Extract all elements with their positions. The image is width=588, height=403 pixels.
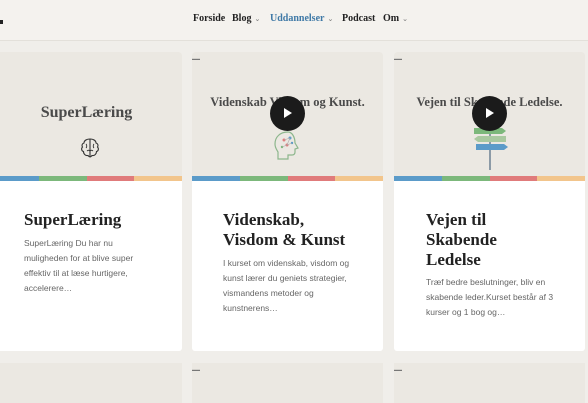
chevron-down-icon: ⌄ bbox=[254, 15, 261, 23]
color-stripe bbox=[394, 176, 585, 181]
nav-label: Om bbox=[383, 13, 400, 24]
chevron-down-icon: ⌄ bbox=[327, 15, 334, 23]
nav-item-blog[interactable]: Blog ⌄ bbox=[232, 13, 260, 24]
chevron-down-icon: ⌄ bbox=[402, 15, 408, 23]
course-card-skabende-ledelse[interactable]: ▬▬ Vejen til Skabende Ledelse. Vejen til… bbox=[394, 52, 585, 351]
card-title[interactable]: SuperLæring bbox=[24, 210, 164, 230]
nav-label: Podcast bbox=[342, 13, 376, 24]
head-network-icon bbox=[274, 131, 299, 160]
color-stripe bbox=[192, 176, 383, 181]
color-stripe bbox=[0, 176, 182, 181]
signpost-icon bbox=[474, 128, 508, 170]
nav-label: Forside bbox=[193, 13, 226, 24]
course-card-next-row[interactable] bbox=[0, 363, 182, 403]
play-video-button[interactable] bbox=[270, 96, 305, 131]
course-card-superlaering[interactable]: SuperLæring SuperLæring SuperLæring Du h… bbox=[0, 52, 182, 351]
play-video-button[interactable] bbox=[472, 96, 507, 131]
card-excerpt: SuperLæring Du har nu muligheden for at … bbox=[24, 238, 134, 293]
card-excerpt: I kurset om videnskab, visdom og kunst l… bbox=[223, 258, 350, 313]
thumbnail-title: SuperLæring bbox=[40, 104, 133, 121]
course-thumbnail[interactable]: ▬▬ Videnskab Visdom og Kunst. bbox=[192, 52, 383, 176]
course-thumbnail[interactable]: SuperLæring bbox=[0, 52, 182, 176]
thumbnail-label: ▬▬ bbox=[394, 367, 402, 372]
logo-fragment bbox=[0, 20, 3, 24]
nav-item-podcast[interactable]: Podcast bbox=[342, 13, 375, 24]
course-card-next-row[interactable]: ▬▬ bbox=[394, 363, 585, 403]
nav-label: Uddannelser bbox=[270, 13, 325, 24]
course-card-videnskab[interactable]: ▬▬ Videnskab Visdom og Kunst. Videnskab,… bbox=[192, 52, 383, 351]
thumbnail-label: ▬▬ bbox=[192, 56, 200, 61]
course-thumbnail[interactable]: ▬▬ Vejen til Skabende Ledelse. bbox=[394, 52, 585, 176]
card-title[interactable]: Vejen til Skabende Ledelse bbox=[426, 210, 546, 270]
top-navigation-bar: Forside Blog ⌄ Uddannelser ⌄ Podcast Om ⌄ bbox=[0, 0, 588, 41]
course-card-next-row[interactable]: ▬▬ bbox=[192, 363, 383, 403]
card-excerpt: Træf bedre beslutninger, bliv en skabend… bbox=[426, 277, 554, 317]
nav-item-forside[interactable]: Forside bbox=[193, 13, 225, 24]
brain-icon bbox=[81, 138, 99, 158]
nav-item-uddannelser[interactable]: Uddannelser ⌄ bbox=[270, 13, 333, 24]
nav-label: Blog bbox=[232, 13, 252, 24]
thumbnail-label: ▬▬ bbox=[394, 56, 402, 61]
nav-item-om[interactable]: Om ⌄ bbox=[383, 13, 408, 24]
card-title[interactable]: Videnskab, Visdom & Kunst bbox=[223, 210, 363, 250]
thumbnail-label: ▬▬ bbox=[192, 367, 200, 372]
